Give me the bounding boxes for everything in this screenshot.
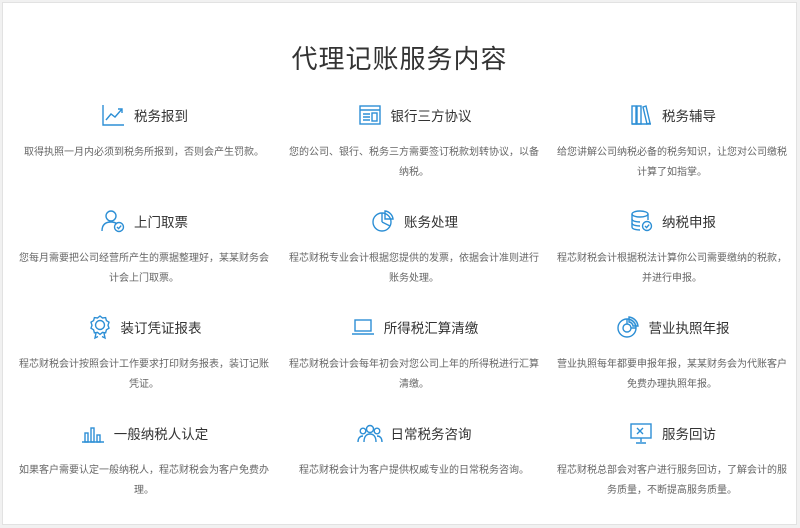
service-description: 您每月需要把公司经营所产生的票据整理好，某某财务会计会上门取票。 — [19, 253, 269, 284]
user-group-icon — [356, 420, 383, 446]
award-badge-icon — [87, 314, 113, 340]
service-header: 上门取票 — [9, 207, 279, 235]
service-card: 所得税汇算清缴 程芯财税会计会每年初会对您公司上年的所得税进行汇算清缴。 — [279, 307, 549, 413]
service-description: 程芯财税会计会每年初会对您公司上年的所得税进行汇算清缴。 — [289, 359, 539, 390]
service-description: 您的公司、银行、税务三方需要签订税款划转协议，以备纳税。 — [289, 147, 539, 178]
service-header: 账务处理 — [279, 207, 549, 235]
service-card: 营业执照年报 营业执照每年都要申报年报，某某财务会为代账客户免费办理执照年报。 — [549, 307, 795, 413]
service-description: 程芯财税总部会对客户进行服务回访，了解会计的服务质量，不断提高服务质量。 — [557, 465, 787, 496]
service-label: 日常税务咨询 — [390, 427, 472, 442]
trend-line-icon — [100, 102, 126, 128]
service-card: 账务处理 程芯财税专业会计根据您提供的发票，依据会计准则进行账务处理。 — [279, 201, 549, 307]
service-description: 程芯财税会计按照会计工作要求打印财务报表，装订记账凭证。 — [19, 359, 269, 390]
service-label: 营业执照年报 — [648, 321, 730, 336]
service-label: 纳税申报 — [662, 215, 716, 230]
service-card: 纳税申报 程芯财税会计根据税法计算你公司需要缴纳的税款，并进行申报。 — [549, 201, 795, 307]
service-card: 税务报到 取得执照一月内必须到税务所报到，否则会产生罚款。 — [9, 95, 279, 201]
service-header: 所得税汇算清缴 — [279, 313, 549, 341]
service-label: 税务辅导 — [662, 109, 716, 124]
laptop-icon — [350, 314, 376, 340]
service-description: 程芯财税会计根据税法计算你公司需要缴纳的税款，并进行申报。 — [557, 253, 787, 284]
service-description: 如果客户需要认定一般纳税人，程芯财税会为客户免费办理。 — [19, 465, 269, 496]
service-header: 装订凭证报表 — [9, 313, 279, 341]
pie-chart-icon — [370, 208, 396, 234]
service-label: 装订凭证报表 — [120, 321, 202, 336]
database-icon — [628, 208, 654, 234]
service-card: 日常税务咨询 程芯财税会计为客户提供权威专业的日常税务咨询。 — [279, 413, 549, 519]
service-description: 营业执照每年都要申报年报，某某财务会为代账客户免费办理执照年报。 — [557, 359, 787, 390]
service-label: 服务回访 — [662, 427, 716, 442]
service-card: 税务辅导 给您讲解公司纳税必备的税务知识，让您对公司缴税计算了如指掌。 — [549, 95, 795, 201]
service-description: 程芯财税会计为客户提供权威专业的日常税务咨询。 — [299, 465, 529, 476]
monitor-icon — [628, 420, 654, 446]
service-label: 所得税汇算清缴 — [383, 321, 479, 336]
service-label: 银行三方协议 — [390, 109, 472, 124]
services-grid: 税务报到 取得执照一月内必须到税务所报到，否则会产生罚款。 银行三方协议 您的公… — [9, 95, 795, 519]
service-header: 税务辅导 — [549, 101, 795, 129]
service-header: 银行三方协议 — [279, 101, 549, 129]
service-header: 服务回访 — [549, 419, 795, 447]
service-header: 税务报到 — [9, 101, 279, 129]
service-label: 上门取票 — [134, 215, 188, 230]
service-header: 纳税申报 — [549, 207, 795, 235]
service-header: 一般纳税人认定 — [9, 419, 279, 447]
service-card: 一般纳税人认定 如果客户需要认定一般纳税人，程芯财税会为客户免费办理。 — [9, 413, 279, 519]
books-icon — [628, 102, 654, 128]
user-check-icon — [100, 208, 126, 234]
service-description: 程芯财税专业会计根据您提供的发票，依据会计准则进行账务处理。 — [289, 253, 539, 284]
service-header: 日常税务咨询 — [279, 419, 549, 447]
service-card: 银行三方协议 您的公司、银行、税务三方需要签订税款划转协议，以备纳税。 — [279, 95, 549, 201]
service-label: 一般纳税人认定 — [113, 427, 209, 442]
service-description: 取得执照一月内必须到税务所报到，否则会产生罚款。 — [24, 147, 264, 158]
service-card: 装订凭证报表 程芯财税会计按照会计工作要求打印财务报表，装订记账凭证。 — [9, 307, 279, 413]
service-header: 营业执照年报 — [549, 313, 795, 341]
bar-chart-icon — [80, 420, 106, 446]
service-label: 税务报到 — [134, 109, 188, 124]
donut-chart-icon — [615, 314, 641, 340]
service-card: 上门取票 您每月需要把公司经营所产生的票据整理好，某某财务会计会上门取票。 — [9, 201, 279, 307]
page-title: 代理记账服务内容 — [291, 45, 508, 75]
service-label: 账务处理 — [404, 215, 458, 230]
service-description: 给您讲解公司纳税必备的税务知识，让您对公司缴税计算了如指掌。 — [557, 147, 787, 178]
browser-window-icon — [357, 102, 383, 128]
service-card: 服务回访 程芯财税总部会对客户进行服务回访，了解会计的服务质量，不断提高服务质量… — [549, 413, 795, 519]
page-container: 代理记账服务内容 税务报到 取得执照一月内必须到税务所报到，否则会产生罚款。 银… — [2, 2, 797, 525]
